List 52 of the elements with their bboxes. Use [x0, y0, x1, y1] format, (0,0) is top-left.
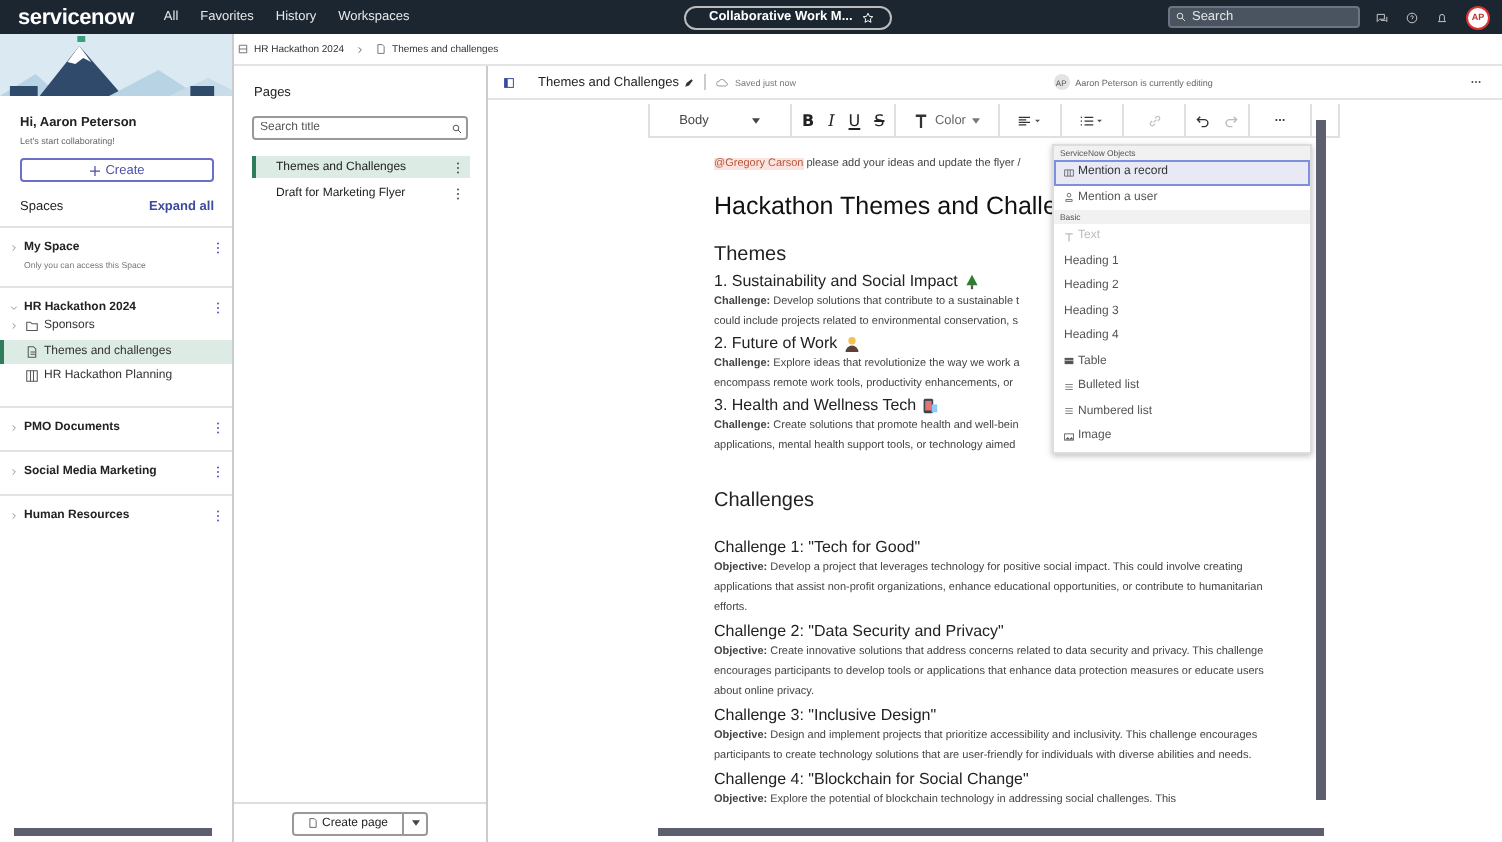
format-button[interactable]: B: [802, 111, 815, 129]
document-icon: [26, 345, 38, 358]
space-icon: [238, 44, 248, 54]
caret-icon: [971, 117, 980, 123]
plus-icon: [89, 165, 100, 175]
document-icon: [307, 818, 318, 828]
record-icon: [1064, 167, 1074, 178]
cloud-icon: [716, 77, 729, 87]
redo-icon: [1224, 113, 1239, 127]
table-icon: [1064, 356, 1074, 367]
star-icon: [862, 11, 875, 23]
image-icon: [1064, 431, 1074, 442]
document-icon: [376, 44, 387, 54]
challenge-heading: Challenge 4: "Blockchain for Social Change": [714, 768, 1031, 790]
text-icon: [1064, 231, 1074, 242]
pencil-icon[interactable]: [684, 77, 695, 87]
sidebar-toggle-icon[interactable]: [504, 77, 514, 87]
theme-heading: 2. Future of Work: [714, 332, 838, 354]
undo-icon: [1196, 113, 1211, 127]
search-icon: [1175, 12, 1186, 22]
list-icon: [1064, 381, 1074, 392]
scrollbar[interactable]: [658, 828, 1324, 838]
format-button[interactable]: S: [874, 111, 885, 129]
align-icon: [1018, 115, 1043, 125]
list-icon: [1064, 406, 1074, 417]
challenge-heading: Challenge 1: "Tech for Good": [714, 536, 923, 558]
theme-heading: 3. Health and Wellness Tech: [714, 394, 917, 416]
tree-icon: [963, 273, 980, 289]
link-icon: [1147, 113, 1162, 127]
user-icon: [1064, 192, 1074, 203]
undo-button[interactable]: [1196, 113, 1211, 127]
section-heading: Challenges: [714, 490, 815, 512]
board-icon: [26, 370, 38, 383]
dropdown-button[interactable]: [404, 811, 429, 835]
list-icon: [1080, 115, 1105, 125]
person-icon: [843, 335, 860, 351]
text-color-icon: [914, 113, 929, 127]
search-icon: [452, 123, 462, 133]
help-icon[interactable]: [1405, 11, 1418, 23]
logo[interactable]: servicenow: [18, 5, 134, 29]
folder-icon: [26, 320, 38, 333]
theme-heading: 1. Sustainability and Social Impact: [714, 270, 958, 292]
challenge-heading: Challenge 2: "Data Security and Privacy": [714, 620, 1006, 642]
challenge-heading: Challenge 3: "Inclusive Design": [714, 704, 939, 726]
section-heading: Themes: [714, 244, 787, 266]
caret-icon: [411, 820, 420, 826]
phone-icon: [922, 397, 939, 413]
chat-icon[interactable]: [1375, 11, 1388, 23]
bell-icon[interactable]: [1435, 11, 1448, 23]
format-button[interactable]: U: [848, 111, 861, 129]
format-button[interactable]: I: [828, 111, 835, 129]
caret-icon: [752, 117, 761, 123]
